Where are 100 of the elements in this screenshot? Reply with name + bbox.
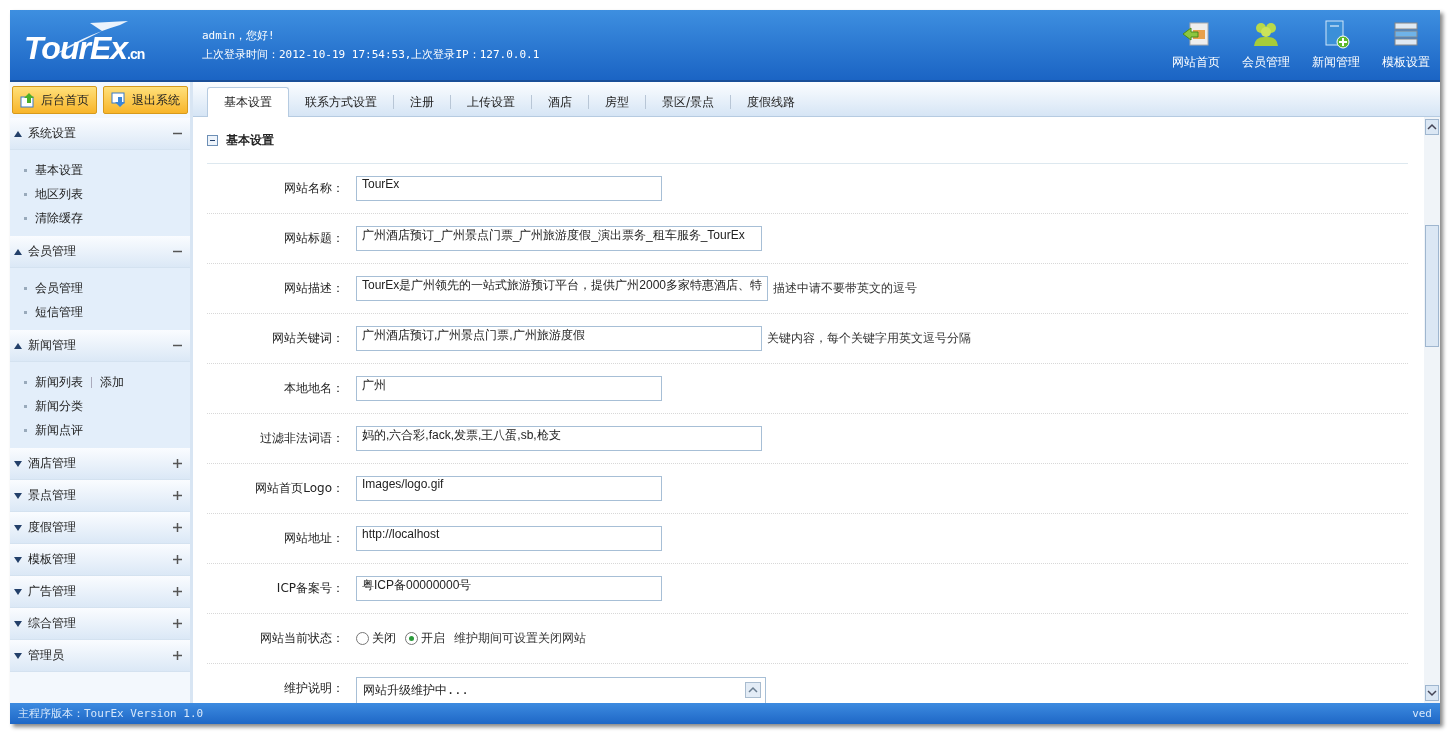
shortcut-button[interactable]: 会员管理 (1238, 19, 1294, 71)
menu-link[interactable]: 短信管理 (35, 303, 83, 321)
text-field[interactable]: 广州酒店预订_广州景点门票_广州旅游度假_演出票务_租车服务_TourEx (356, 226, 762, 251)
triangle-down-icon (14, 652, 22, 659)
tab[interactable]: 酒店 (532, 88, 588, 116)
upload-icon (20, 92, 36, 108)
field-label: 网站首页Logo： (254, 480, 344, 497)
hint-text: 关键内容，每个关键字用英文逗号分隔 (767, 330, 971, 347)
menu-section-header[interactable]: 模板管理 (10, 544, 190, 576)
menu-link[interactable]: 会员管理 (35, 279, 83, 297)
text-field[interactable]: 广州 (356, 376, 662, 401)
scrollbar[interactable] (1424, 117, 1440, 703)
tab[interactable]: 注册 (394, 88, 450, 116)
tab[interactable]: 景区/景点 (646, 88, 731, 116)
triangle-down-icon (14, 556, 22, 563)
menu-section-header[interactable]: 会员管理 (10, 236, 190, 268)
radio-option[interactable]: 开启 (405, 630, 445, 647)
field-label: ICP备案号： (275, 580, 344, 597)
logo[interactable]: TourEx.cn (10, 15, 190, 75)
last-login-text: 上次登录时间：2012-10-19 17:54:53,上次登录IP：127.0.0.1 (202, 47, 540, 63)
plus-icon (173, 587, 182, 596)
triangle-down-icon (14, 588, 22, 595)
bullet-icon (24, 286, 27, 290)
radio-button[interactable] (356, 632, 369, 645)
scroll-up-icon[interactable] (1425, 119, 1439, 135)
text-field[interactable]: TourEx (356, 176, 662, 201)
menu-section-header[interactable]: 综合管理 (10, 608, 190, 640)
field-label: 网站当前状态： (259, 630, 344, 647)
menu-section-header[interactable]: 新闻管理 (10, 330, 190, 362)
text-field[interactable]: http://localhost (356, 526, 662, 551)
tab[interactable]: 房型 (589, 88, 645, 116)
shortcut-button[interactable]: 模板设置 (1378, 19, 1434, 71)
list-icon (1391, 19, 1421, 49)
menu-section-header[interactable]: 系统设置 (10, 118, 190, 150)
plus-icon (173, 555, 182, 564)
menu-link[interactable]: 地区列表 (35, 185, 83, 203)
bullet-icon (24, 310, 27, 314)
bullet-icon (24, 168, 27, 172)
sidebar-button[interactable]: 后台首页 (12, 86, 97, 114)
collapse-icon[interactable] (207, 134, 218, 146)
menu-section-header[interactable]: 酒店管理 (10, 448, 190, 480)
footer-text: ved (1412, 707, 1432, 720)
field-label: 网站描述： (283, 280, 344, 297)
field-label: 网站关键词： (271, 330, 344, 347)
hint-text: 描述中请不要带英文的逗号 (773, 280, 918, 297)
hint-text: 维护期间可设置关闭网站 (454, 630, 586, 647)
menu-link[interactable]: 新闻分类 (35, 397, 83, 415)
bullet-icon (24, 404, 27, 408)
radio-button[interactable] (405, 632, 418, 645)
plus-icon (173, 523, 182, 532)
menu-link[interactable]: 添加 (100, 373, 124, 391)
field-label: 本地地名： (283, 380, 344, 397)
plus-icon (173, 491, 182, 500)
text-field[interactable]: 妈的,六合彩,fack,发票,王八蛋,sb,枪支 (356, 426, 762, 451)
plus-icon (173, 619, 182, 628)
sidebar-button[interactable]: 退出系统 (103, 86, 188, 114)
field-label: 网站地址： (283, 530, 344, 547)
scroll-up-icon[interactable] (745, 681, 761, 698)
triangle-up-icon (14, 248, 22, 255)
menu-link[interactable]: 清除缓存 (35, 209, 83, 227)
menu-link[interactable]: 基本设置 (35, 161, 83, 179)
download-icon (111, 92, 127, 108)
menu-link[interactable]: 新闻列表 (35, 373, 83, 391)
text-field[interactable]: Images/logo.gif (356, 476, 662, 501)
shortcut-button[interactable]: 网站首页 (1168, 19, 1224, 71)
field-label: 维护说明： (283, 680, 344, 697)
triangle-down-icon (14, 492, 22, 499)
radio-option[interactable]: 关闭 (356, 630, 396, 647)
triangle-up-icon (14, 342, 22, 349)
menu-section-header[interactable]: 度假管理 (10, 512, 190, 544)
tab[interactable]: 上传设置 (451, 88, 531, 116)
scroll-thumb[interactable] (1425, 225, 1439, 347)
menu-section-header[interactable]: 广告管理 (10, 576, 190, 608)
triangle-up-icon (14, 130, 22, 137)
greeting-text: admin，您好! (202, 28, 276, 44)
text-field[interactable]: TourEx是广州领先的一站式旅游预订平台，提供广州2000多家特惠酒店、特 (356, 276, 769, 301)
arrow-page-icon (1181, 19, 1211, 49)
shortcut-button[interactable]: 新闻管理 (1308, 19, 1364, 71)
text-field[interactable]: 粤ICP备00000000号 (356, 576, 662, 601)
scroll-down-icon[interactable] (1425, 685, 1439, 701)
menu-section-header[interactable]: 景点管理 (10, 480, 190, 512)
tab[interactable]: 联系方式设置 (289, 88, 393, 116)
text-field[interactable]: 广州酒店预订,广州景点门票,广州旅游度假 (356, 326, 762, 351)
bullet-icon (24, 428, 27, 432)
plus-icon (173, 459, 182, 468)
field-label: 过滤非法词语： (259, 430, 344, 447)
tab[interactable]: 度假线路 (731, 88, 812, 116)
bullet-icon (24, 380, 27, 384)
field-label: 网站标题： (283, 230, 344, 247)
bullet-icon (24, 216, 27, 220)
menu-link[interactable]: 新闻点评 (35, 421, 83, 439)
triangle-down-icon (14, 524, 22, 531)
triangle-down-icon (14, 620, 22, 627)
plus-icon (173, 651, 182, 660)
tab[interactable]: 基本设置 (207, 87, 289, 117)
version-text: 主程序版本：TourEx Version 1.0 (18, 706, 204, 721)
section-title: 基本设置 (226, 131, 274, 149)
menu-section-header[interactable]: 管理员 (10, 640, 190, 672)
triangle-down-icon (14, 460, 22, 467)
field-label: 网站名称： (283, 180, 344, 197)
